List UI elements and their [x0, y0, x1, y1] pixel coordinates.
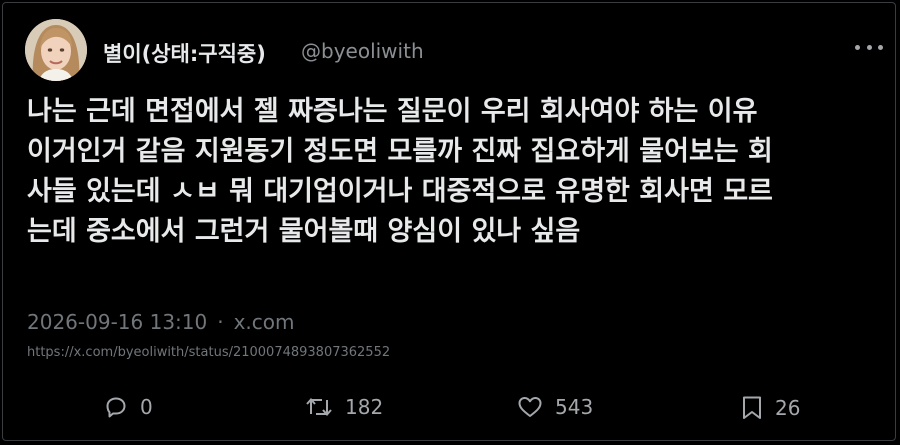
more-horizontal-icon[interactable]	[855, 40, 883, 54]
action-bar: 0 182 543 26	[0, 395, 900, 429]
bookmark-button[interactable]: 26	[741, 395, 800, 421]
heart-icon	[518, 397, 542, 417]
retweet-button[interactable]: 182	[305, 395, 383, 419]
bookmark-icon	[743, 396, 761, 419]
like-count: 543	[555, 395, 594, 419]
more-dot	[866, 44, 872, 50]
tweet-text-line: 는데 중소에서 그런거 물어볼때 양심이 있나 싶음	[27, 216, 581, 247]
more-dot	[878, 44, 883, 50]
like-button[interactable]: 543	[517, 395, 593, 419]
tweet-text: 나는 근데 면접에서 젤 짜증나는 질문이 우리 회사여야 하는 이유 이거인거…	[27, 92, 873, 252]
tweet-text-line: 사들 있는데 ㅅㅂ 뭐 대기업이거나 대중적으로 유명한 회사면 모르	[27, 176, 773, 207]
retweet-icon	[306, 397, 332, 417]
author-name[interactable]: 별이(상태:구직중)	[103, 38, 266, 68]
avatar-photo	[25, 19, 87, 81]
bookmark-count: 26	[775, 396, 801, 420]
timestamp[interactable]: 2026-09-16 13:10	[27, 310, 207, 334]
meta-separator: ·	[217, 310, 224, 334]
retweet-count: 182	[345, 395, 384, 419]
reply-icon	[106, 397, 126, 418]
tweet-url[interactable]: https://x.com/byeoliwith/status/21000748…	[27, 345, 390, 360]
reply-count: 0	[140, 395, 153, 419]
avatar[interactable]	[25, 19, 87, 81]
tweet-text-line: 나는 근데 면접에서 젤 짜증나는 질문이 우리 회사여야 하는 이유	[27, 96, 758, 127]
source-link[interactable]: x.com	[234, 310, 295, 334]
tweet-text-line: 이거인거 같음 지원동기 정도면 모를까 진짜 집요하게 물어보는 회	[27, 136, 773, 167]
tweet-meta: 2026-09-16 13:10 · x.com	[27, 310, 295, 334]
reply-button[interactable]: 0	[104, 395, 153, 419]
more-dot	[855, 44, 860, 50]
author-handle[interactable]: @byeoliwith	[301, 39, 424, 63]
